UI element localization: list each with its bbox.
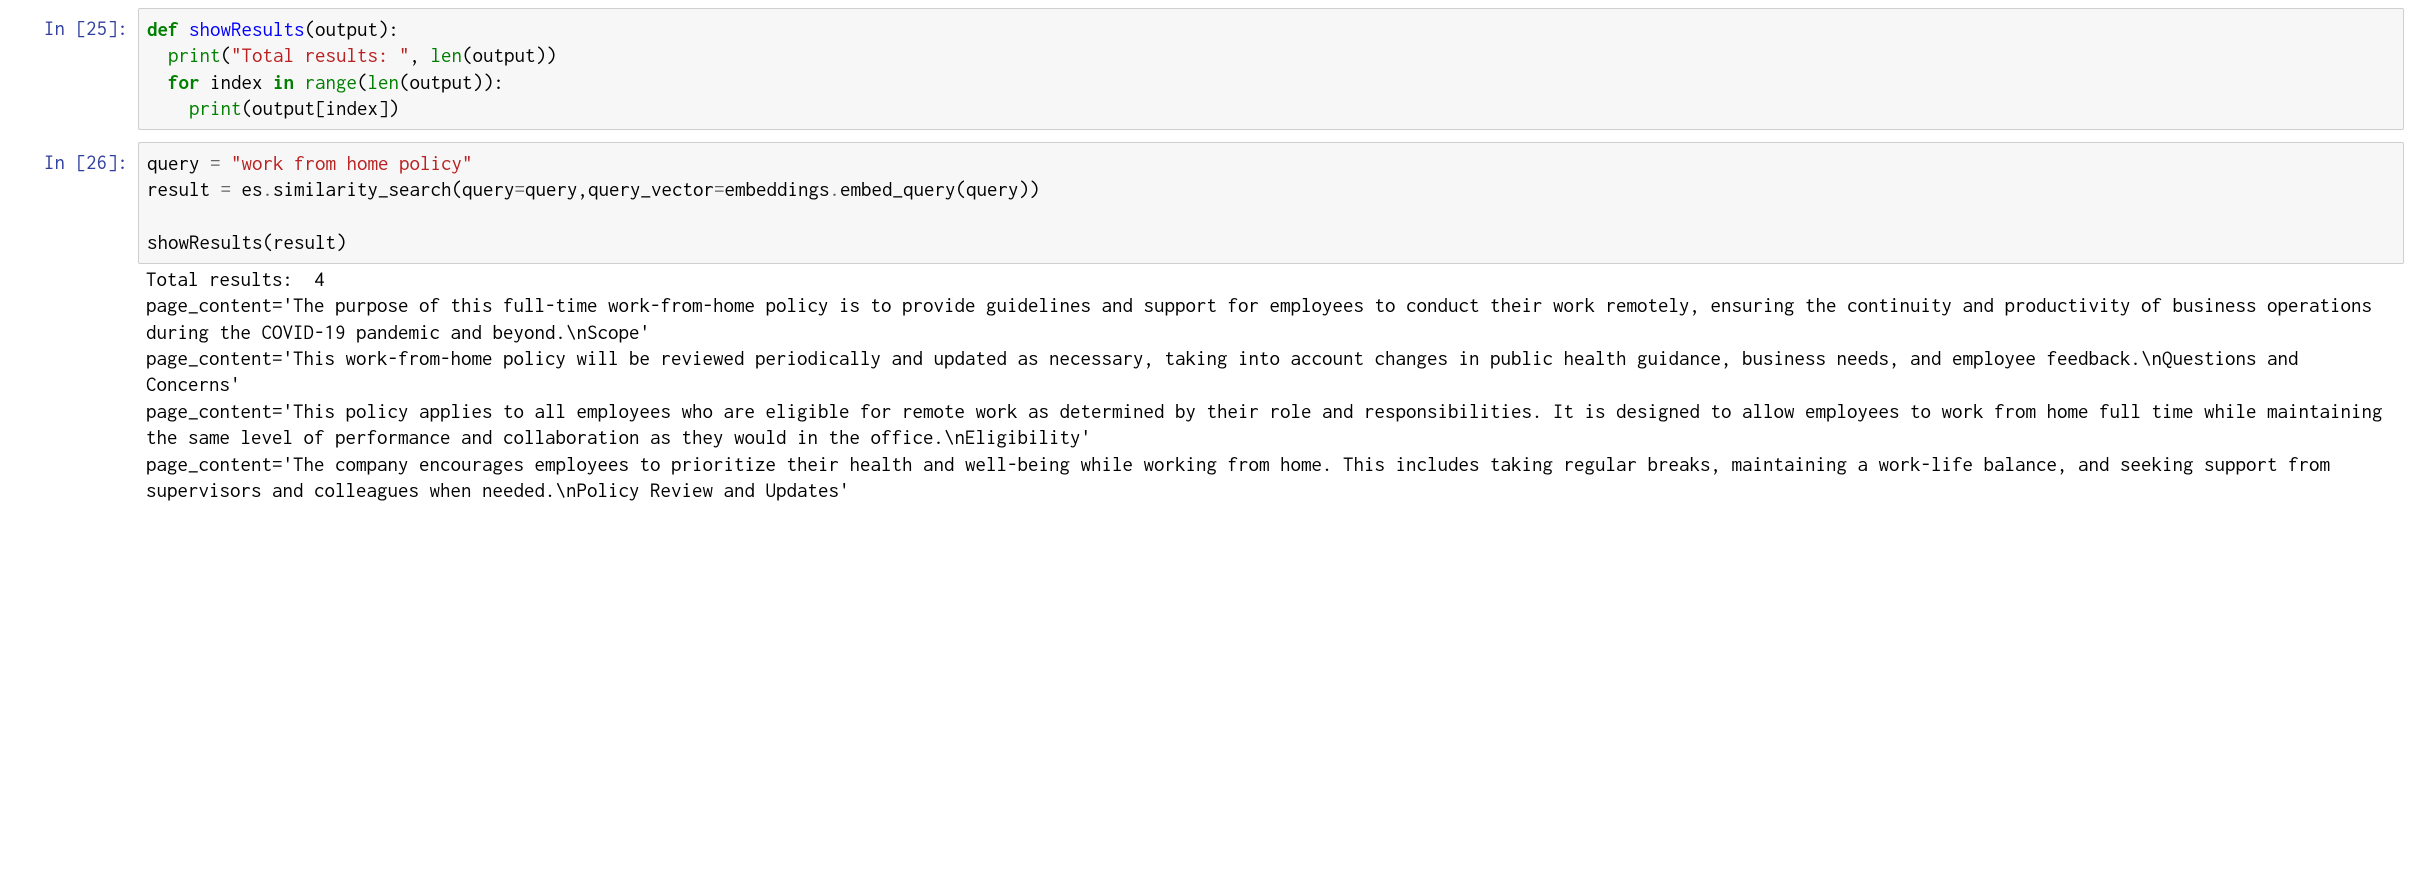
var-query: query: [147, 152, 200, 174]
function-name: showResults: [189, 18, 305, 40]
dot: .: [263, 178, 274, 200]
comma: ,: [578, 178, 589, 200]
prompt-close: ]:: [107, 17, 128, 39]
code-input[interactable]: query = "work from home policy" result =…: [138, 142, 2404, 264]
bracket-close: ]: [378, 97, 389, 119]
cell-body: query = "work from home policy" result =…: [138, 142, 2404, 510]
var-result: result: [147, 178, 210, 200]
var-output: output: [252, 97, 315, 119]
code-cell: In [25]: def showResults(output): print(…: [8, 8, 2404, 130]
paren-close: ): [389, 97, 400, 119]
string-literal: "work from home policy": [231, 152, 473, 174]
output-line: page_content='The company encourages emp…: [146, 453, 2341, 501]
output-line: Total results: 4: [146, 268, 325, 290]
paren-open: (: [242, 97, 253, 119]
obj-embeddings: embeddings: [725, 178, 830, 200]
var-query: query: [525, 178, 578, 200]
op-eq: =: [200, 152, 232, 174]
op-eq3: =: [714, 178, 725, 200]
input-prompt: In [25]:: [8, 8, 138, 41]
var-result: result: [273, 231, 336, 253]
string-literal: "Total results: ": [231, 44, 410, 66]
input-prompt: In [26]:: [8, 142, 138, 175]
dot: .: [830, 178, 841, 200]
method-embed-query: embed_query: [840, 178, 956, 200]
op-eq2: =: [515, 178, 526, 200]
paren-open: (: [263, 231, 274, 253]
cell-output: Total results: 4 page_content='The purpo…: [138, 264, 2404, 510]
var-query: query: [966, 178, 1019, 200]
paren-close: ): [1019, 178, 1030, 200]
output-line: page_content='The purpose of this full-t…: [146, 294, 2383, 342]
paren-close: ): [536, 44, 547, 66]
paren-open: (: [305, 18, 316, 40]
paren-open: (: [399, 71, 410, 93]
cell-body: def showResults(output): print("Total re…: [138, 8, 2404, 130]
paren-close: ): [483, 71, 494, 93]
kwarg-query: query: [462, 178, 515, 200]
prompt-label: In [: [44, 17, 86, 39]
builtin-print: print: [168, 44, 221, 66]
paren-close: ): [473, 71, 484, 93]
prompt-number: 25: [86, 17, 107, 39]
var-index: index: [210, 71, 263, 93]
prompt-close: ]:: [107, 151, 128, 173]
paren-close: ): [546, 44, 557, 66]
builtin-range: range: [305, 71, 358, 93]
prompt-label: In [: [44, 151, 86, 173]
var-output: output: [410, 71, 473, 93]
colon: :: [494, 71, 505, 93]
paren-open: (: [221, 44, 232, 66]
paren-open: (: [956, 178, 967, 200]
paren-open: (: [462, 44, 473, 66]
keyword-in: in: [273, 71, 294, 93]
paren-close: ): [1029, 178, 1040, 200]
builtin-len: len: [431, 44, 463, 66]
colon: :: [389, 18, 400, 40]
prompt-number: 26: [86, 151, 107, 173]
code-input[interactable]: def showResults(output): print("Total re…: [138, 8, 2404, 130]
output-line: page_content='This work-from-home policy…: [146, 347, 2309, 395]
comma: ,: [410, 44, 431, 66]
var-index: index: [326, 97, 379, 119]
bracket-open: [: [315, 97, 326, 119]
call-showresults: showResults: [147, 231, 263, 253]
obj-es: es: [242, 178, 263, 200]
code-cell: In [26]: query = "work from home policy"…: [8, 142, 2404, 510]
output-line: page_content='This policy applies to all…: [146, 400, 2393, 448]
paren-open: (: [357, 71, 368, 93]
paren-open: (: [452, 178, 463, 200]
method-simsearch: similarity_search: [273, 178, 452, 200]
keyword-def: def: [147, 18, 179, 40]
arg-name: output: [315, 18, 378, 40]
var-output: output: [473, 44, 536, 66]
keyword-for: for: [168, 71, 200, 93]
paren-close: ): [378, 18, 389, 40]
paren-close: ): [336, 231, 347, 253]
op-eq: =: [210, 178, 242, 200]
builtin-print: print: [189, 97, 242, 119]
builtin-len: len: [368, 71, 400, 93]
kwarg-query-vector: query_vector: [588, 178, 714, 200]
